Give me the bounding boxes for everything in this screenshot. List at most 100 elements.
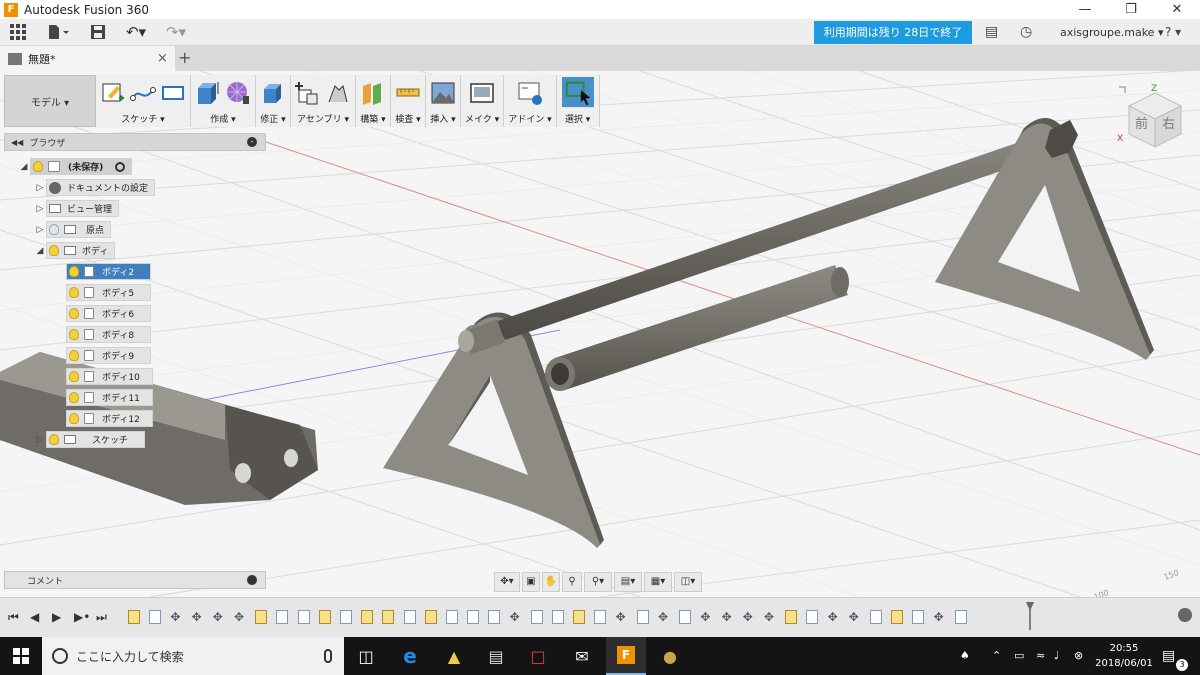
browser-body-item[interactable]: ボディ8 (66, 326, 152, 343)
visibility-bulb-icon[interactable] (33, 161, 43, 172)
grid-settings-icon[interactable]: ▦▾ (644, 572, 672, 592)
close-icon[interactable]: ✕ (1154, 0, 1200, 19)
mail-icon[interactable]: ✉ (562, 637, 602, 675)
expand-triangle-icon[interactable]: ▷ (34, 204, 46, 214)
timeline-sketch-feature[interactable] (573, 610, 586, 624)
tray-chevron-icon[interactable]: ⌃ (992, 637, 1001, 675)
timeline-body-feature[interactable] (276, 610, 289, 624)
browser-panel-header[interactable]: ◀◀ ブラウザ - (4, 133, 266, 151)
visibility-bulb-icon[interactable] (69, 287, 79, 298)
new-component-icon[interactable] (295, 80, 321, 106)
timeline-move-feature[interactable]: ✥ (192, 610, 204, 624)
extrude-icon[interactable] (195, 80, 221, 106)
timeline-body-feature[interactable] (806, 610, 819, 624)
toolbar-group-create[interactable]: 作成 ▾ (191, 75, 256, 127)
insert-image-icon[interactable] (430, 80, 456, 106)
timeline-sketch-feature[interactable] (255, 610, 268, 624)
visibility-bulb-icon[interactable] (69, 308, 79, 319)
timeline-body-feature[interactable] (912, 610, 925, 624)
toolbar-group-assemble[interactable]: アセンブリ ▾ (291, 75, 356, 127)
file-menu-icon[interactable] (36, 19, 80, 46)
browser-body-item[interactable]: ボディ5 (66, 284, 152, 301)
timeline-body-feature[interactable] (870, 610, 882, 624)
timeline-body-feature[interactable] (488, 610, 501, 624)
timeline-move-feature[interactable]: ✥ (722, 610, 734, 624)
task-view-icon[interactable]: ◫ (346, 637, 386, 675)
pan-hand-icon[interactable]: ✋ (542, 572, 560, 592)
timeline-move-feature[interactable]: ✥ (764, 610, 776, 624)
timeline-sketch-feature[interactable] (785, 610, 798, 624)
timeline-sketch-feature[interactable] (891, 610, 904, 624)
help-menu[interactable]: ? ▾ (1165, 19, 1181, 46)
scripts-addins-icon[interactable] (517, 80, 543, 106)
expand-triangle-icon[interactable]: ◢ (18, 162, 30, 172)
browser-body-item[interactable]: ボディ11 (66, 389, 153, 406)
select-icon[interactable] (561, 77, 595, 109)
restore-icon[interactable]: ❐ (1108, 0, 1154, 19)
visibility-bulb-icon[interactable] (69, 266, 79, 277)
visibility-bulb-icon[interactable] (69, 371, 79, 382)
timeline-body-feature[interactable] (530, 610, 543, 624)
expand-triangle-icon[interactable]: ▷ (34, 225, 46, 235)
step-back-icon[interactable]: ◀ (30, 610, 39, 624)
people-icon[interactable]: ♠ (960, 637, 970, 675)
look-at-icon[interactable]: ▣ (522, 572, 540, 592)
joint-icon[interactable] (325, 80, 351, 106)
browser-root-node[interactable]: ◢ (未保存) (18, 158, 133, 175)
timeline-sketch-feature[interactable] (361, 610, 374, 624)
expand-triangle-icon[interactable]: ◢ (34, 246, 46, 256)
undo-icon[interactable]: ↶▾ (116, 19, 156, 46)
new-tab-icon[interactable]: + (178, 48, 191, 67)
comments-panel[interactable]: コメント (4, 571, 266, 589)
timeline-sketch-feature[interactable] (424, 610, 437, 624)
timeline-body-feature[interactable] (954, 610, 967, 624)
windows-start-icon[interactable] (0, 637, 42, 675)
workspace-selector[interactable]: モデル ▾ (4, 75, 96, 127)
timeline-move-feature[interactable]: ✥ (510, 610, 522, 624)
zoom-icon[interactable]: ⚲ (562, 572, 582, 592)
file-explorer-icon[interactable]: ▲ (434, 637, 474, 675)
fit-zoom-icon[interactable]: ⚲▾ (584, 572, 612, 592)
close-tab-icon[interactable]: × (157, 51, 175, 66)
step-forward-icon[interactable]: ▶• (74, 610, 90, 624)
visibility-bulb-icon[interactable] (49, 245, 59, 256)
account-menu[interactable]: axisgroupe.make ▾ (1060, 19, 1163, 46)
play-icon[interactable]: ▶ (52, 610, 61, 624)
action-center-icon[interactable]: ▤ (1162, 637, 1175, 675)
timeline-sketch-feature[interactable] (318, 610, 331, 624)
document-tab[interactable]: 無題* × (0, 46, 175, 71)
press-pull-icon[interactable] (260, 80, 286, 106)
toolbar-group-modify[interactable]: 修正 ▾ (256, 75, 291, 127)
browser-pin-icon[interactable]: - (247, 137, 257, 147)
timeline-move-feature[interactable]: ✥ (743, 610, 755, 624)
paint-icon[interactable]: ● (650, 637, 690, 675)
view-cube-right-label[interactable]: 右 (1162, 117, 1175, 132)
timeline-body-feature[interactable] (636, 610, 649, 624)
fusion-360-taskbar-icon[interactable]: F (606, 637, 646, 675)
coil-sphere-icon[interactable] (225, 80, 251, 106)
toolbar-group-sketch[interactable]: スケッチ ▾ (96, 75, 191, 127)
viewports-icon[interactable]: ◫▾ (674, 572, 702, 592)
toolbar-group-select[interactable]: 選択 ▾ (556, 75, 600, 127)
timeline-move-feature[interactable]: ✥ (700, 610, 712, 624)
visibility-bulb-icon[interactable] (69, 413, 79, 424)
browser-node-sketches[interactable]: ▷ スケッチ (34, 431, 146, 448)
timeline-body-feature[interactable] (403, 610, 416, 624)
browser-body-item[interactable]: ボディ9 (66, 347, 152, 364)
toolbar-group-inspect[interactable]: 検査 ▾ (391, 75, 426, 127)
visibility-bulb-icon[interactable] (49, 224, 59, 235)
timeline-move-feature[interactable]: ✥ (934, 610, 946, 624)
browser-body-item[interactable]: ボディ6 (66, 305, 152, 322)
battery-icon[interactable]: ▭ (1014, 637, 1024, 675)
browser-node-document-settings[interactable]: ▷ ドキュメントの設定 (34, 179, 156, 196)
gift-icon[interactable]: □ (518, 637, 558, 675)
toolbar-group-make[interactable]: メイク ▾ (461, 75, 505, 127)
timeline-track[interactable]: ✥ ✥ ✥ ✥ ✥ ✥ ✥ ✥ ✥ ✥ ✥ ✥ ✥ ✥ (128, 608, 1038, 628)
go-to-end-icon[interactable]: ⏭ (96, 610, 107, 625)
create-sketch-icon[interactable] (100, 80, 126, 106)
edge-browser-icon[interactable]: e (390, 637, 430, 675)
expand-triangle-icon[interactable]: ▷ (34, 183, 46, 193)
3d-print-icon[interactable] (469, 80, 495, 106)
timeline-move-feature[interactable]: ✥ (849, 610, 861, 624)
redo-icon[interactable]: ↷▾ (156, 19, 196, 46)
